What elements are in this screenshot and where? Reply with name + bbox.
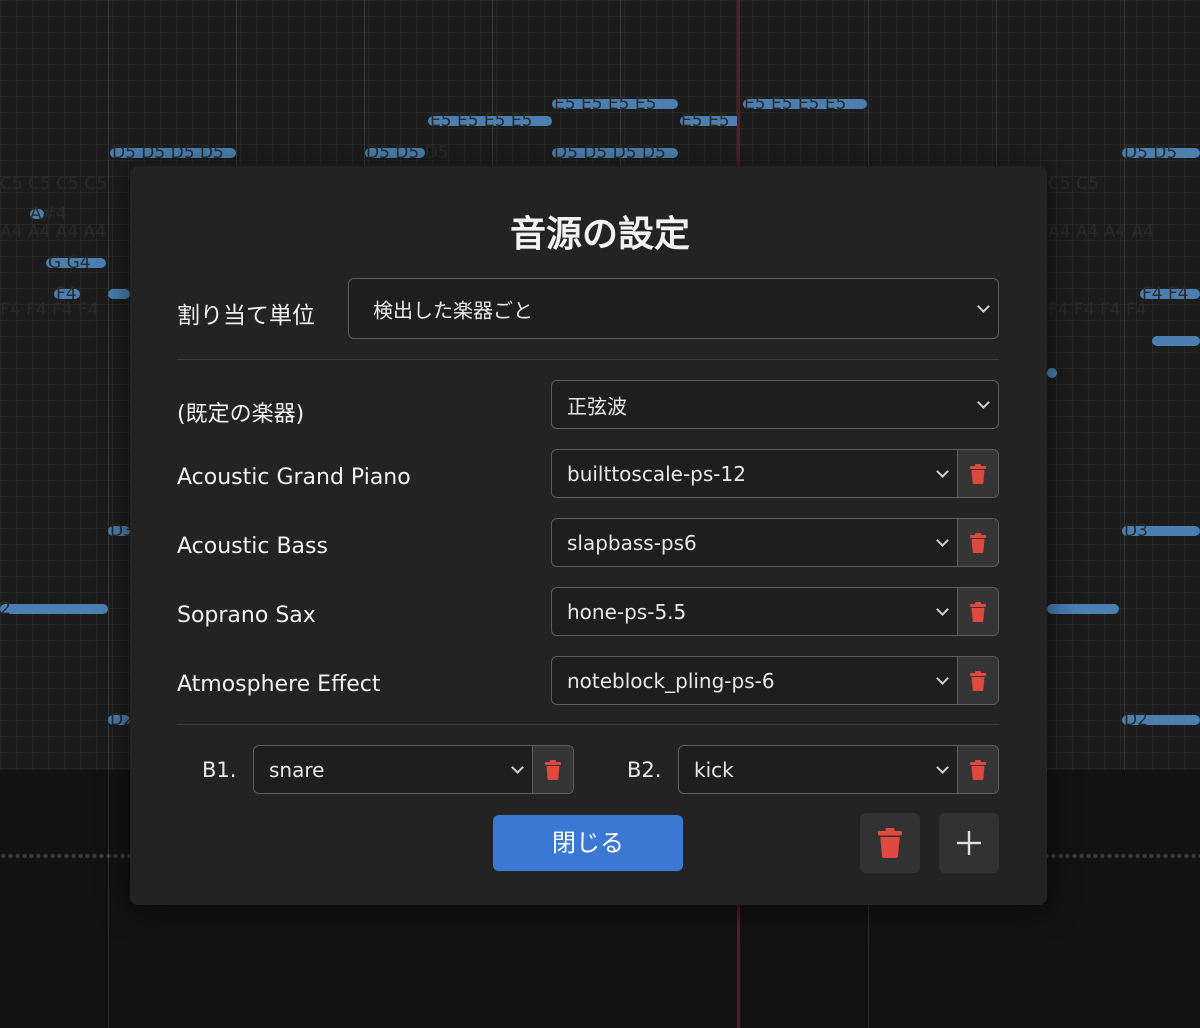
- trash-icon: [545, 759, 561, 780]
- note-label: E5 E5 E5 E5: [744, 94, 847, 114]
- bar-line: [108, 770, 109, 1028]
- note-label: D5 D5 D5: [366, 143, 449, 163]
- note-label: D3: [1124, 521, 1148, 541]
- instrument-name: Acoustic Grand Piano: [177, 465, 411, 490]
- assign-unit-label: 割り当て単位: [177, 303, 315, 329]
- trash-icon: [970, 532, 986, 553]
- chevron-down-icon: [977, 300, 990, 313]
- plus-icon: [957, 831, 981, 855]
- instrument-sound-select[interactable]: builttoscale-ps-12: [551, 449, 999, 498]
- drum-sound-select[interactable]: snare: [253, 745, 574, 794]
- note[interactable]: [0, 604, 108, 614]
- note-label: E5 E5 E5 E5: [554, 94, 657, 114]
- remove-instrument-button[interactable]: [957, 519, 998, 566]
- note-label: F4 F4 F4 F4: [0, 300, 99, 320]
- chevron-down-icon: [936, 534, 949, 547]
- remove-instrument-button[interactable]: [957, 657, 998, 704]
- chevron-down-icon: [936, 672, 949, 685]
- instrument-name: Atmosphere Effect: [177, 672, 381, 697]
- app-stage: E5 E5 E5 E5 E5 E5 E5 E5 E5 E5 E5 E5 E5 E…: [0, 0, 1200, 1028]
- note-label: E5 E5: [681, 111, 730, 131]
- trash-icon: [970, 670, 986, 691]
- note-label: D5 D5: [1124, 143, 1178, 163]
- divider: [177, 359, 999, 360]
- note[interactable]: [108, 289, 130, 299]
- drum-sound-value: snare: [269, 757, 325, 782]
- default-instrument-select[interactable]: 正弦波: [551, 380, 999, 429]
- dialog-title: 音源の設定: [509, 214, 690, 255]
- instrument-sound-select[interactable]: hone-ps-5.5: [551, 587, 999, 636]
- note-label: 2: [0, 599, 11, 619]
- instrument-sound-select[interactable]: slapbass-ps6: [551, 518, 999, 567]
- instrument-sound-value: slapbass-ps6: [567, 530, 697, 555]
- note[interactable]: [1047, 604, 1119, 614]
- remove-drum-button[interactable]: [957, 746, 998, 793]
- add-drum-button[interactable]: [939, 813, 999, 873]
- instrument-name: Soprano Sax: [177, 603, 316, 628]
- instrument-sound-value: hone-ps-5.5: [567, 599, 687, 624]
- trash-icon: [970, 463, 986, 484]
- divider: [177, 724, 999, 725]
- remove-instrument-button[interactable]: [957, 450, 998, 497]
- trash-icon: [878, 828, 902, 858]
- delete-drum-button[interactable]: [860, 813, 920, 873]
- instrument-sound-value: builttoscale-ps-12: [567, 461, 746, 486]
- note-label: D2: [1124, 710, 1148, 730]
- drum-sound-select[interactable]: kick: [678, 745, 999, 794]
- note-label: C5 C5 C5 C5: [0, 174, 107, 194]
- chevron-down-icon: [936, 465, 949, 478]
- assign-unit-select[interactable]: 検出した楽器ごと: [348, 278, 999, 339]
- note-label: F4 F4 F4 F4: [1048, 300, 1147, 320]
- drum-label: B2.: [627, 758, 662, 782]
- chevron-down-icon: [977, 396, 990, 409]
- default-instrument-value: 正弦波: [567, 394, 627, 418]
- instrument-sound-select[interactable]: noteblock_pling-ps-6: [551, 656, 999, 705]
- default-instrument-label: (既定の楽器): [177, 402, 305, 427]
- note[interactable]: [1152, 336, 1200, 346]
- note-label: D5 D5 D5 D5: [112, 143, 224, 163]
- note[interactable]: [1047, 368, 1057, 378]
- chevron-down-icon: [511, 761, 524, 774]
- chevron-down-icon: [936, 603, 949, 616]
- instrument-name: Acoustic Bass: [177, 534, 328, 559]
- drum-label: B1.: [202, 758, 237, 782]
- remove-drum-button[interactable]: [532, 746, 573, 793]
- trash-icon: [970, 759, 986, 780]
- instrument-sound-value: noteblock_pling-ps-6: [567, 668, 775, 693]
- remove-instrument-button[interactable]: [957, 588, 998, 635]
- trash-icon: [970, 601, 986, 622]
- note-label: E5 E5 E5 E5: [430, 111, 533, 131]
- assign-unit-value: 検出した楽器ごと: [373, 298, 533, 322]
- note-label: D5 D5 D5 D5: [554, 143, 666, 163]
- drum-sound-value: kick: [694, 757, 734, 782]
- note-label: F4 F4: [1142, 284, 1189, 304]
- chevron-down-icon: [936, 761, 949, 774]
- close-button[interactable]: 閉じる: [493, 815, 683, 871]
- note-label: C5 C5: [1048, 174, 1099, 194]
